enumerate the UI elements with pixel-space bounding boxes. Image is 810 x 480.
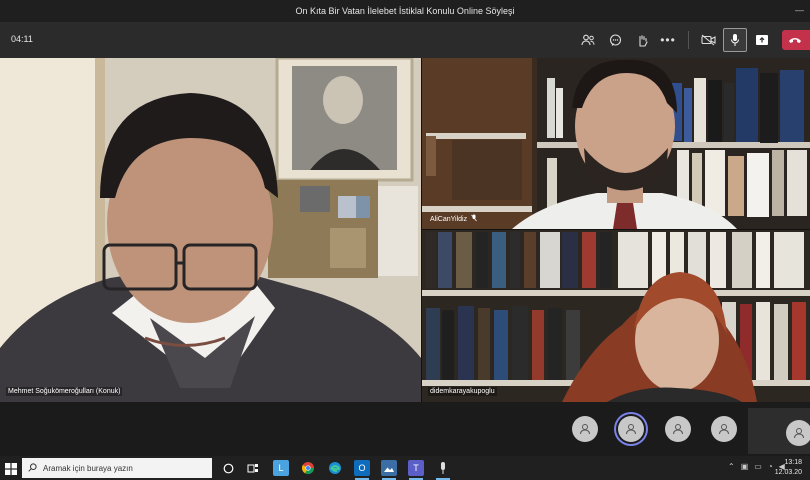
minimize-button[interactable]: — [795, 5, 804, 15]
edge-icon[interactable] [327, 460, 343, 476]
video-tile-main[interactable]: Mehmet Soğukömeroğulları (Konuk) [0, 58, 421, 402]
chat-icon[interactable] [604, 30, 626, 50]
video-tile-top-right[interactable]: AliCanYildiz [422, 58, 810, 229]
bottom-right-video-feed [422, 230, 810, 402]
participant-name-top-right: AliCanYildiz [430, 215, 468, 223]
task-view-icon[interactable] [245, 460, 261, 476]
camera-off-icon[interactable] [697, 30, 719, 50]
participant-avatar-2-speaking[interactable] [618, 416, 644, 442]
search-placeholder: Aramak için buraya yazın [43, 463, 133, 473]
self-avatar [786, 420, 810, 446]
participant-avatar-3[interactable] [665, 416, 691, 442]
chrome-icon[interactable] [300, 460, 316, 476]
teams-meeting-window: On Kıta Bir Vatan İlelebet İstiklal Konu… [0, 0, 810, 480]
photos-icon[interactable] [381, 460, 397, 476]
person-icon [626, 424, 636, 435]
person-icon [719, 424, 729, 435]
raise-hand-icon[interactable] [631, 30, 653, 50]
self-preview-card[interactable] [748, 408, 810, 454]
battery-icon[interactable]: ▭ [754, 462, 762, 471]
participant-avatar-4[interactable] [711, 416, 737, 442]
people-icon[interactable] [577, 30, 599, 50]
toolbar-divider [688, 31, 689, 49]
windows-taskbar: Aramak için buraya yazın L O T ⌃ ▣ ▭ ◔ ◀… [0, 456, 810, 480]
window-title: On Kıta Bir Vatan İlelebet İstiklal Konu… [295, 6, 515, 16]
person-icon [673, 424, 683, 435]
window-controls: — [795, 5, 804, 15]
wifi-icon[interactable]: ◔ [768, 462, 773, 471]
cortana-icon[interactable] [220, 460, 236, 476]
chevron-up-icon[interactable]: ⌃ [728, 462, 735, 471]
person-icon [794, 428, 804, 439]
participant-name-main: Mehmet Soğukömeroğulları (Konuk) [6, 387, 123, 396]
participant-name-bottom-right: didemkarayakupoglu [428, 387, 497, 396]
meeting-toolbar: 04:11 ••• [0, 22, 810, 58]
hang-up-icon[interactable] [782, 30, 810, 50]
participant-avatar-1[interactable] [572, 416, 598, 442]
search-icon [28, 462, 37, 474]
teams-icon[interactable]: T [408, 460, 424, 476]
share-icon[interactable] [751, 30, 773, 50]
title-bar: On Kıta Bir Vatan İlelebet İstiklal Konu… [0, 0, 810, 22]
clock-date: 12.03.20 [774, 469, 802, 476]
muted-mic-icon [471, 214, 477, 224]
person-icon [580, 424, 590, 435]
main-video-feed [0, 58, 421, 402]
voice-recorder-icon[interactable] [435, 460, 451, 476]
participant-strip [0, 402, 810, 456]
taskbar-clock[interactable]: 13:18 12.03.20 [775, 458, 802, 478]
windows-start-icon[interactable] [5, 462, 17, 475]
outlook-icon[interactable]: O [354, 460, 370, 476]
mic-icon[interactable] [723, 28, 747, 52]
video-tile-bottom-right[interactable]: didemkarayakupoglu [422, 230, 810, 402]
meeting-timer: 04:11 [11, 34, 33, 44]
more-icon[interactable]: ••• [657, 30, 679, 50]
participant-label-top-right: AliCanYildiz [430, 214, 477, 224]
notification-icon[interactable]: ▣ [741, 462, 749, 471]
top-right-video-feed [422, 58, 810, 229]
taskbar-search-box[interactable]: Aramak için buraya yazın [22, 458, 212, 478]
app-l-icon[interactable]: L [273, 460, 289, 476]
clock-time: 13:18 [784, 459, 802, 466]
video-stage: Mehmet Soğukömeroğulları (Konuk) AliCanY… [0, 58, 810, 402]
